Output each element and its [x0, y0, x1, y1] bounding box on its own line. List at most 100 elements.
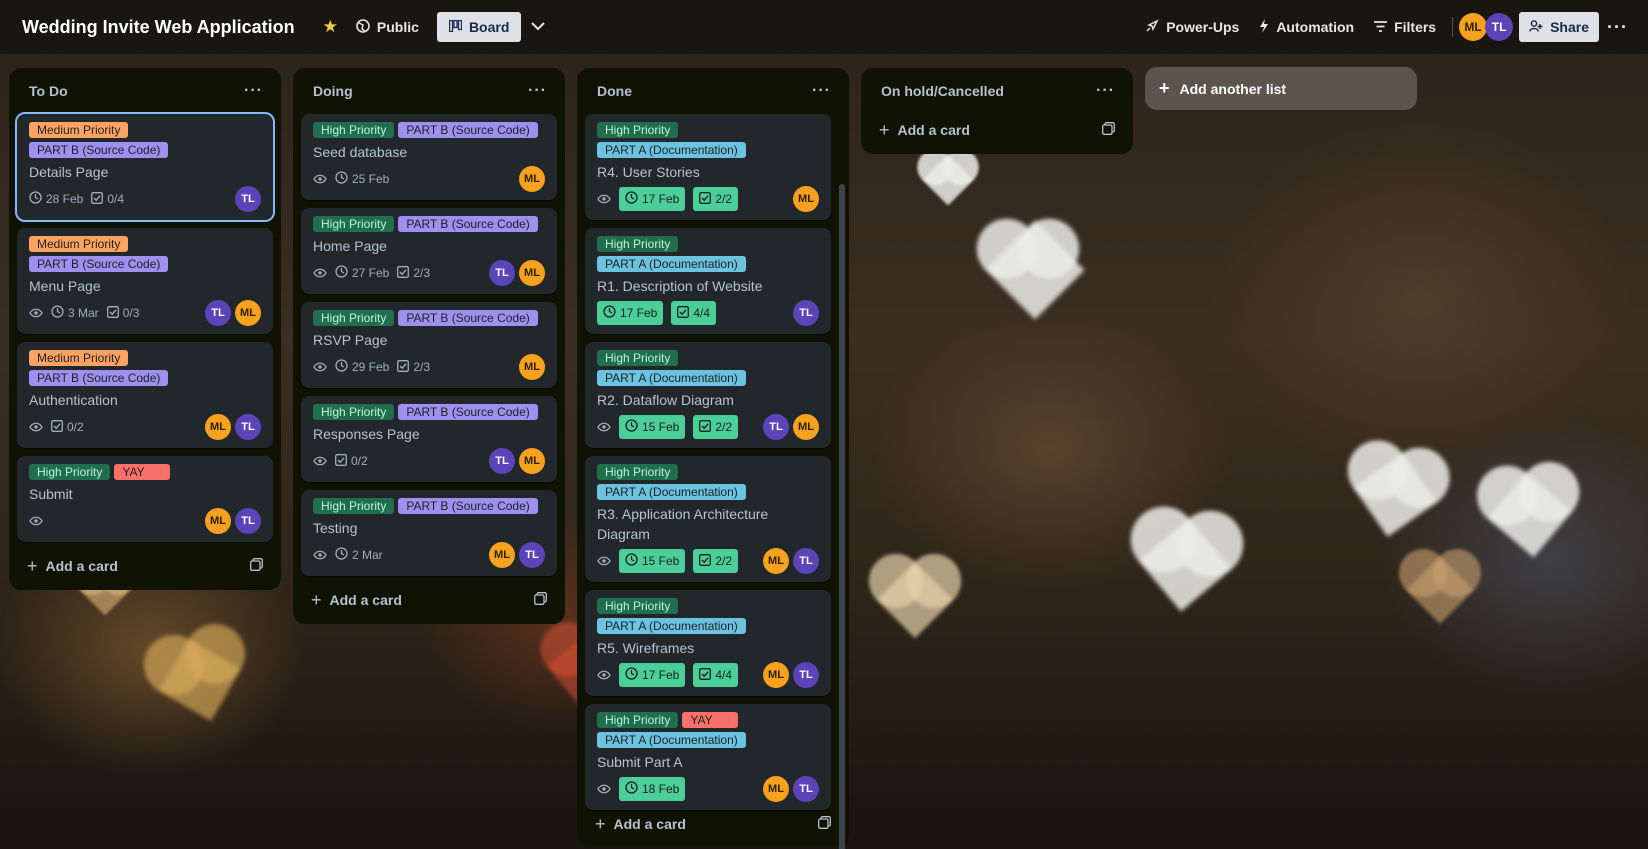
card[interactable]: High Priority PART A (Documentation) R5. W…	[585, 590, 831, 696]
label-parta[interactable]: PART A (Documentation)	[597, 732, 746, 748]
label-high[interactable]: High Priority	[597, 122, 679, 138]
card[interactable]: High Priority PART A (Documentation) R4. U…	[585, 114, 831, 220]
label-yay[interactable]: YAY	[114, 464, 171, 480]
avatar[interactable]: ML	[519, 166, 545, 192]
more-icon[interactable]: ···	[812, 82, 831, 100]
template-icon[interactable]	[534, 592, 547, 608]
label-partb[interactable]: PART B (Source Code)	[29, 370, 169, 386]
visibility-button[interactable]: Public	[346, 13, 429, 42]
avatar[interactable]: ML	[235, 300, 261, 326]
label-parta[interactable]: PART A (Documentation)	[597, 142, 746, 158]
label-partb[interactable]: PART B (Source Code)	[398, 122, 538, 138]
due-date-badge[interactable]: 3 Mar	[51, 301, 99, 325]
avatar[interactable]: TL	[793, 548, 819, 574]
due-date-badge[interactable]: 28 Feb	[29, 187, 83, 211]
more-icon[interactable]: ···	[244, 82, 263, 100]
avatar[interactable]: TL	[519, 542, 545, 568]
template-icon[interactable]	[818, 816, 831, 832]
card[interactable]: High Priority YAY Submit ML TL	[17, 456, 273, 542]
add-card-button[interactable]: + Add a card	[17, 550, 273, 582]
card[interactable]: Medium Priority PART B (Source Code) Menu …	[17, 228, 273, 334]
template-icon[interactable]	[1102, 122, 1115, 138]
due-date-badge[interactable]: 29 Feb	[335, 355, 389, 379]
automation-button[interactable]: Automation	[1249, 13, 1364, 42]
label-parta[interactable]: PART A (Documentation)	[597, 256, 746, 272]
scrollbar[interactable]	[839, 184, 845, 849]
avatar[interactable]: ML	[763, 776, 789, 802]
avatar[interactable]: TL	[489, 260, 515, 286]
label-parta[interactable]: PART A (Documentation)	[597, 618, 746, 634]
avatar[interactable]: ML	[519, 260, 545, 286]
card[interactable]: High Priority PART B (Source Code) Respons…	[301, 396, 557, 482]
add-card-button[interactable]: + Add a card	[869, 114, 1125, 146]
card[interactable]: High Priority PART B (Source Code) RSVP Pa…	[301, 302, 557, 388]
label-parta[interactable]: PART A (Documentation)	[597, 370, 746, 386]
avatar[interactable]: ML	[519, 354, 545, 380]
list-title[interactable]: To Do	[29, 83, 68, 99]
label-partb[interactable]: PART B (Source Code)	[398, 310, 538, 326]
avatar[interactable]: TL	[235, 414, 261, 440]
avatar[interactable]: TL	[793, 776, 819, 802]
label-high[interactable]: High Priority	[597, 712, 679, 728]
label-high[interactable]: High Priority	[313, 310, 395, 326]
card[interactable]: High Priority PART A (Documentation) R3. A…	[585, 456, 831, 582]
share-button[interactable]: Share	[1519, 12, 1600, 42]
avatar[interactable]: TL	[1485, 13, 1514, 41]
label-high[interactable]: High Priority	[597, 236, 679, 252]
star-icon[interactable]: ★	[315, 13, 346, 41]
avatar[interactable]: ML	[763, 662, 789, 688]
add-list-button[interactable]: + Add another list	[1145, 67, 1417, 110]
avatar[interactable]: ML	[205, 508, 231, 534]
list-title[interactable]: Doing	[313, 83, 353, 99]
label-medium[interactable]: Medium Priority	[29, 236, 129, 252]
due-date-badge[interactable]: 17 Feb	[597, 301, 664, 325]
avatar[interactable]: ML	[205, 414, 231, 440]
list-title[interactable]: On hold/Cancelled	[881, 83, 1004, 99]
card[interactable]: High Priority PART B (Source Code) Testing…	[301, 490, 557, 576]
label-partb[interactable]: PART B (Source Code)	[29, 142, 169, 158]
card[interactable]: High Priority YAY PART A (Documentation) Su…	[585, 704, 831, 810]
label-high[interactable]: High Priority	[29, 464, 111, 480]
label-high[interactable]: High Priority	[313, 216, 395, 232]
card[interactable]: High Priority PART A (Documentation) R1. D…	[585, 228, 831, 334]
label-partb[interactable]: PART B (Source Code)	[29, 256, 169, 272]
due-date-badge[interactable]: 17 Feb	[619, 187, 686, 211]
label-medium[interactable]: Medium Priority	[29, 350, 129, 366]
more-icon[interactable]: ···	[528, 82, 547, 100]
board-view-button[interactable]: Board	[436, 12, 522, 42]
label-parta[interactable]: PART A (Documentation)	[597, 484, 746, 500]
label-partb[interactable]: PART B (Source Code)	[398, 404, 538, 420]
avatar[interactable]: ML	[793, 414, 819, 440]
avatar[interactable]: ML	[793, 186, 819, 212]
board-title[interactable]: Wedding Invite Web Application	[22, 17, 295, 38]
label-high[interactable]: High Priority	[313, 122, 395, 138]
label-high[interactable]: High Priority	[597, 598, 679, 614]
avatar[interactable]: TL	[793, 300, 819, 326]
due-date-badge[interactable]: 17 Feb	[619, 663, 686, 687]
due-date-badge[interactable]: 27 Feb	[335, 261, 389, 285]
label-high[interactable]: High Priority	[597, 350, 679, 366]
label-partb[interactable]: PART B (Source Code)	[398, 216, 538, 232]
avatar[interactable]: TL	[205, 300, 231, 326]
avatar[interactable]: ML	[489, 542, 515, 568]
due-date-badge[interactable]: 18 Feb	[619, 777, 686, 801]
avatar[interactable]: TL	[763, 414, 789, 440]
due-date-badge[interactable]: 2 Mar	[335, 543, 383, 567]
card[interactable]: High Priority PART B (Source Code) Home Pa…	[301, 208, 557, 294]
due-date-badge[interactable]: 25 Feb	[335, 167, 389, 191]
label-yay[interactable]: YAY	[682, 712, 739, 728]
avatar[interactable]: ML	[1459, 13, 1488, 41]
filters-button[interactable]: Filters	[1364, 13, 1446, 41]
avatar[interactable]: TL	[489, 448, 515, 474]
label-medium[interactable]: Medium Priority	[29, 122, 129, 138]
due-date-badge[interactable]: 15 Feb	[619, 415, 686, 439]
scrollbar-thumb[interactable]	[839, 184, 845, 849]
card[interactable]: Medium Priority PART B (Source Code) Authe…	[17, 342, 273, 448]
add-card-button[interactable]: + Add a card	[301, 584, 557, 616]
powerups-button[interactable]: Power-Ups	[1135, 13, 1249, 42]
list-title[interactable]: Done	[597, 83, 632, 99]
avatar[interactable]: ML	[519, 448, 545, 474]
label-partb[interactable]: PART B (Source Code)	[398, 498, 538, 514]
more-icon[interactable]: ···	[1599, 17, 1636, 38]
avatar[interactable]: ML	[763, 548, 789, 574]
